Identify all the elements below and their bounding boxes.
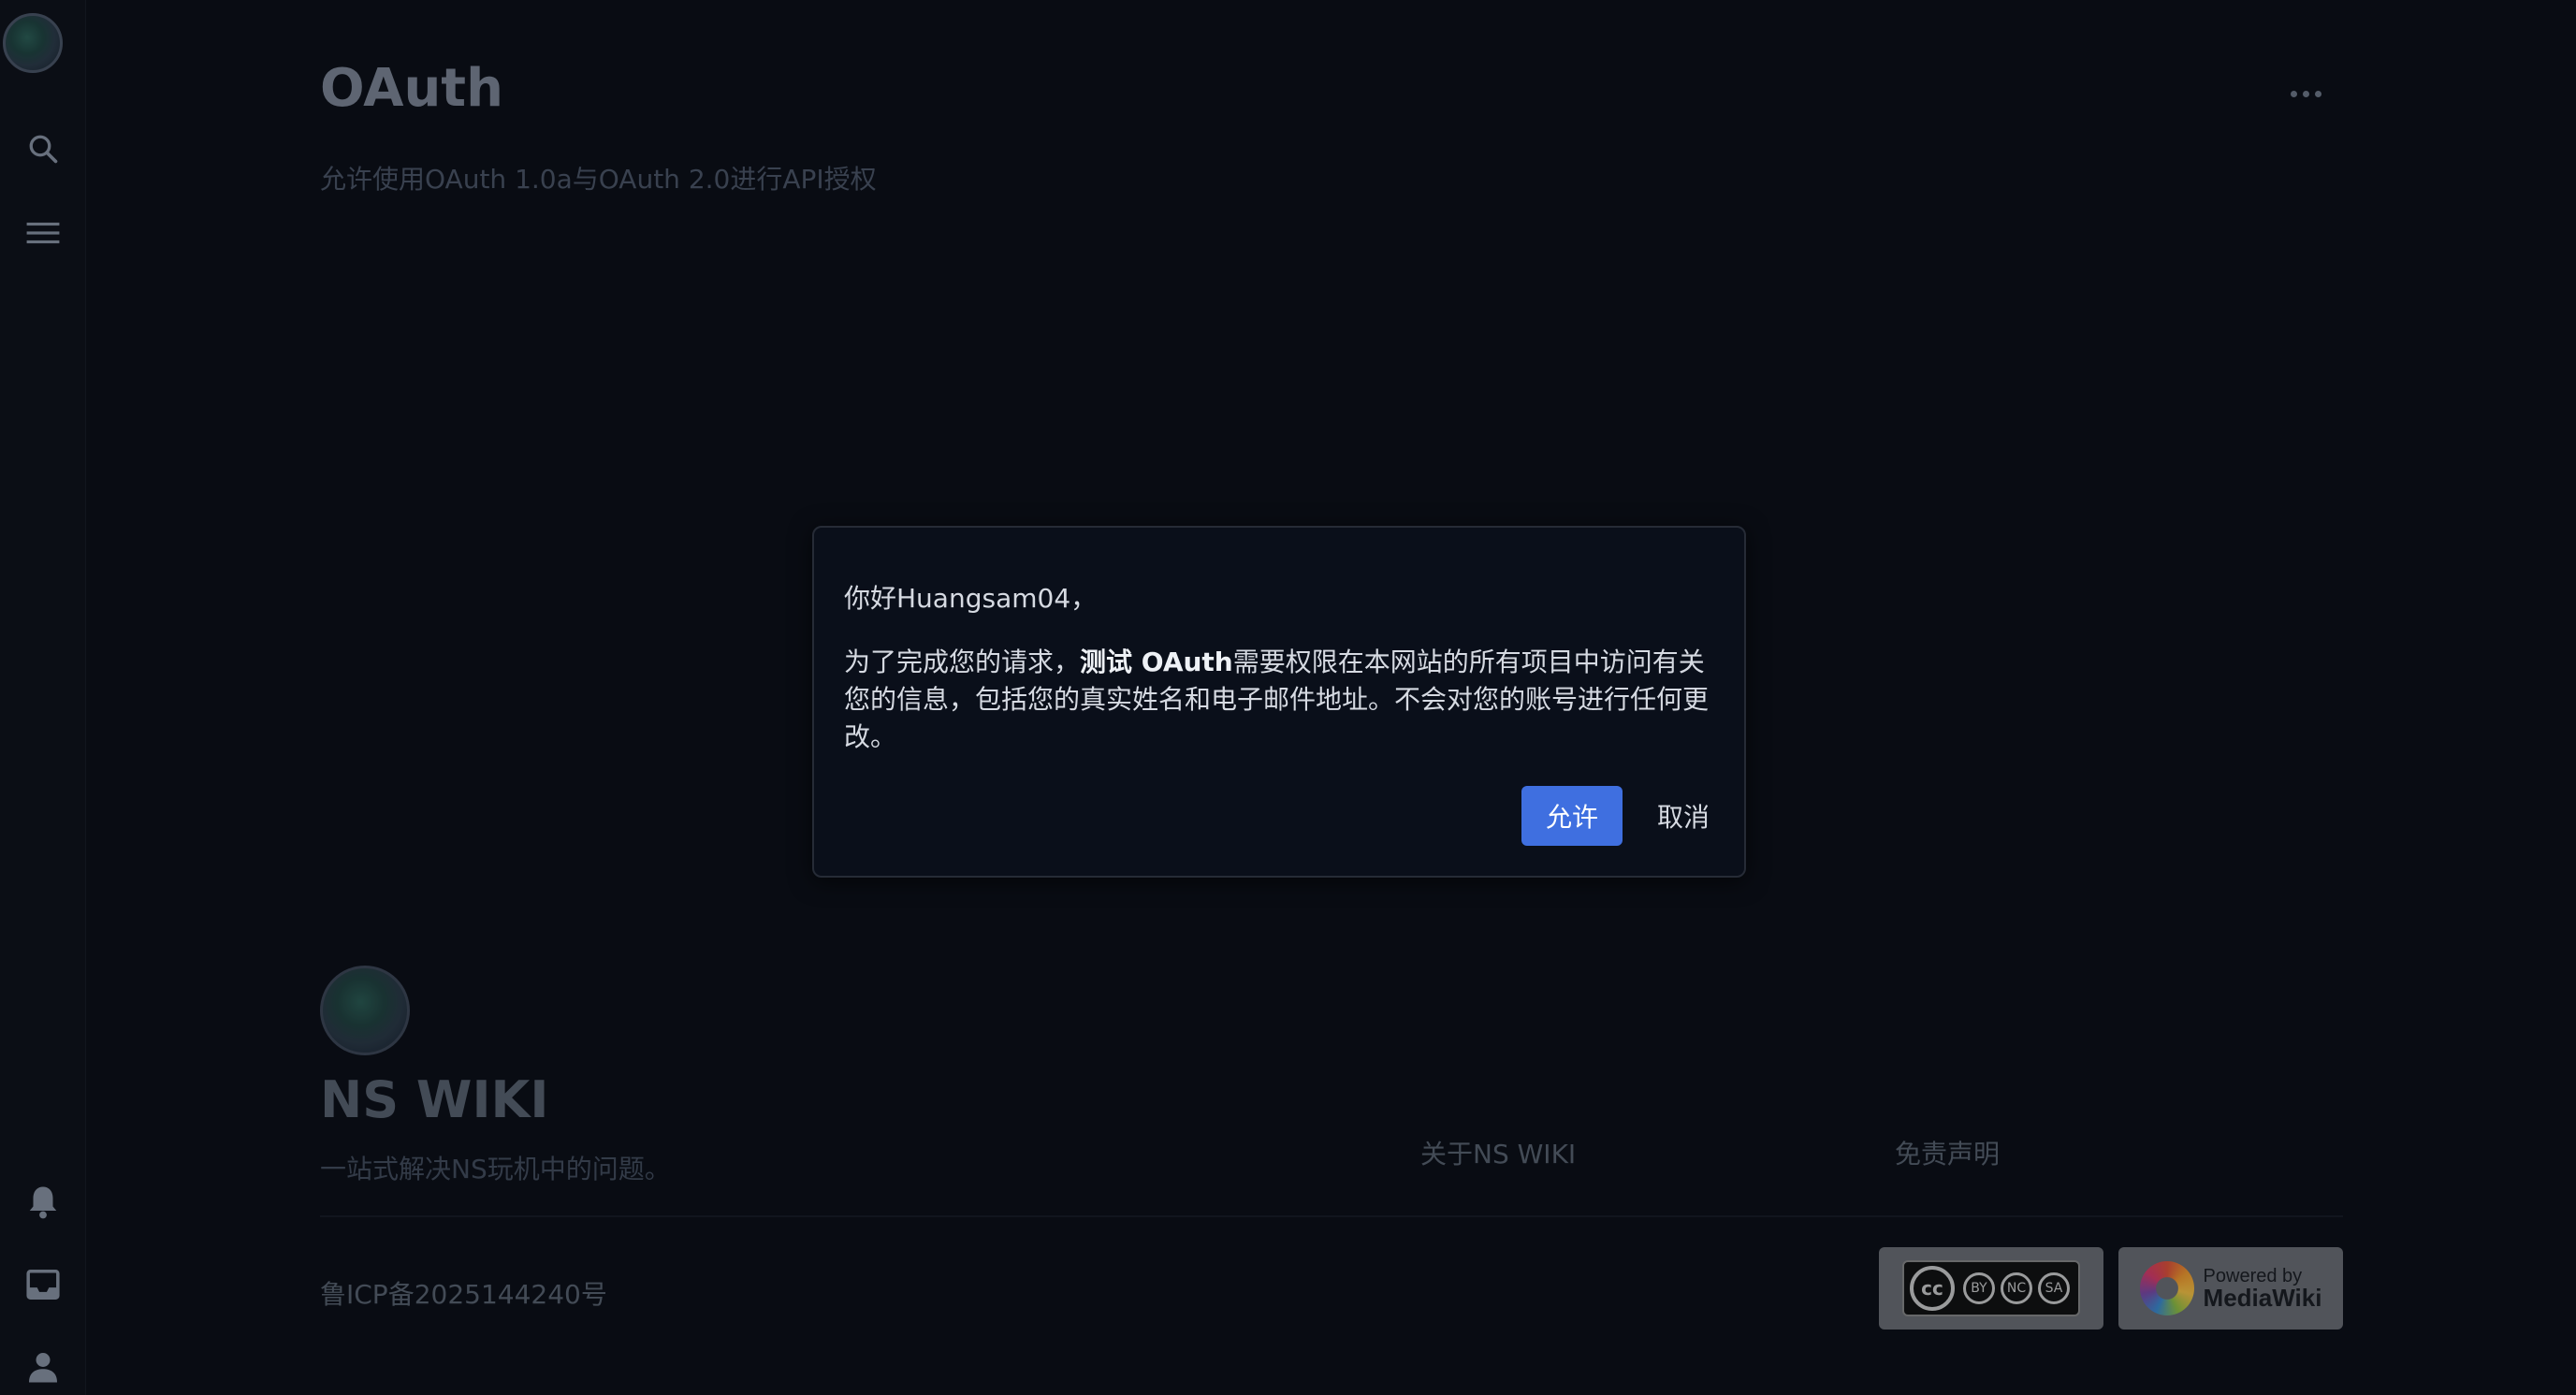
allow-button[interactable]: 允许 xyxy=(1521,786,1623,846)
oauth-consent-dialog: 你好Huangsam04， 为了完成您的请求，测试 OAuth需要权限在本网站的… xyxy=(812,526,1746,878)
cancel-button[interactable]: 取消 xyxy=(1641,786,1725,846)
page-root: OAuth 允许使用OAuth 1.0a与OAuth 2.0进行API授权 NS… xyxy=(0,0,2576,1395)
dialog-body: 为了完成您的请求，测试 OAuth需要权限在本网站的所有项目中访问有关您的信息，… xyxy=(844,644,1724,756)
dialog-body-prefix: 为了完成您的请求， xyxy=(844,647,1081,677)
dialog-app-name: 测试 OAuth xyxy=(1080,647,1233,677)
dialog-greeting: 你好Huangsam04， xyxy=(844,583,1098,614)
